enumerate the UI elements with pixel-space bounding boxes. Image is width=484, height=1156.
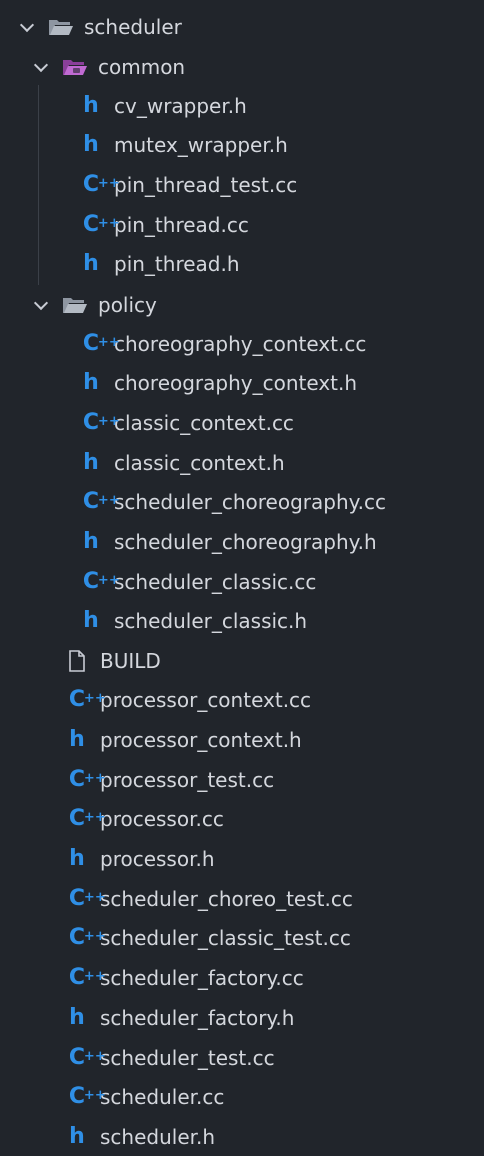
cpp-file-icon: C ++ <box>82 330 120 356</box>
folder-scheduler[interactable]: scheduler <box>0 7 484 46</box>
file-item[interactable]: h scheduler_factory.h <box>0 998 484 1037</box>
header-file-icon: h <box>69 1123 85 1149</box>
file-name: processor_test.cc <box>100 767 275 792</box>
file-name: scheduler_factory.cc <box>100 966 304 991</box>
file-name: choreography_context.cc <box>114 331 367 356</box>
file-name: scheduler_classic.h <box>114 609 308 634</box>
folder-open-icon <box>62 294 88 316</box>
cpp-file-icon: C ++ <box>82 211 120 237</box>
file-item[interactable]: h classic_context.h <box>0 443 484 482</box>
file-name: pin_thread.h <box>114 252 240 277</box>
file-item[interactable]: h mutex_wrapper.h <box>0 126 484 165</box>
file-name: pin_thread_test.cc <box>114 172 298 197</box>
header-file-icon: h <box>83 251 99 277</box>
file-name: scheduler_test.cc <box>100 1045 275 1070</box>
file-item[interactable]: h processor_context.h <box>0 720 484 759</box>
header-file-icon: h <box>83 370 99 396</box>
file-name: processor.cc <box>100 807 224 832</box>
file-name: scheduler_choreography.cc <box>114 490 386 515</box>
file-item[interactable]: h pin_thread.h <box>0 245 484 284</box>
folder-label: scheduler <box>84 14 182 39</box>
cpp-file-icon: C ++ <box>82 568 120 594</box>
header-file-icon: h <box>83 92 99 118</box>
header-file-icon: h <box>83 529 99 554</box>
file-item[interactable]: C ++ scheduler_classic_test.cc <box>0 919 484 958</box>
file-item[interactable]: C ++ choreography_context.cc <box>0 324 484 363</box>
cpp-file-icon: C ++ <box>68 806 106 832</box>
folder-common[interactable]: common <box>0 47 484 86</box>
file-item[interactable]: C ++ classic_context.cc <box>0 403 484 442</box>
chevron-down-icon[interactable] <box>34 60 48 74</box>
file-item[interactable]: C ++ scheduler_choreography.cc <box>0 483 484 522</box>
file-item[interactable]: C ++ processor.cc <box>0 800 484 839</box>
chevron-down-icon[interactable] <box>20 20 34 34</box>
folder-label: policy <box>98 292 157 317</box>
file-item[interactable]: h cv_wrapper.h <box>0 86 484 125</box>
folder-open-icon <box>48 16 74 38</box>
file-name: scheduler.cc <box>100 1085 225 1110</box>
file-item[interactable]: C ++ scheduler_factory.cc <box>0 959 484 998</box>
file-item[interactable]: BUILD <box>0 641 484 680</box>
folder-label: common <box>98 54 186 79</box>
file-name: scheduler_classic_test.cc <box>100 926 351 951</box>
file-explorer-tree: scheduler common h cv_wrapper.h h mutex_wra… <box>0 0 484 1152</box>
file-item[interactable]: C ++ scheduler_classic.cc <box>0 562 484 601</box>
file-name: cv_wrapper.h <box>114 93 247 118</box>
file-name: classic_context.h <box>114 450 285 475</box>
file-item[interactable]: C ++ processor_context.cc <box>0 681 484 720</box>
cpp-file-icon: C ++ <box>82 171 120 197</box>
file-name: mutex_wrapper.h <box>114 133 288 158</box>
file-name: processor_context.cc <box>100 688 312 713</box>
file-name: classic_context.cc <box>114 410 294 435</box>
file-name: scheduler_choreography.h <box>114 530 377 554</box>
file-name: BUILD <box>100 648 161 673</box>
file-item[interactable]: C ++ scheduler_test.cc <box>0 1038 484 1077</box>
file-item[interactable]: C ++ pin_thread_test.cc <box>0 165 484 204</box>
cpp-file-icon: C ++ <box>68 885 106 911</box>
cpp-file-icon: C ++ <box>68 965 106 991</box>
cpp-file-icon: C ++ <box>68 687 106 713</box>
file-item[interactable]: C ++ processor_test.cc <box>0 760 484 799</box>
header-file-icon: h <box>69 1004 85 1030</box>
header-file-icon: h <box>83 608 99 634</box>
file-name: scheduler_choreo_test.cc <box>100 886 353 911</box>
file-name: choreography_context.h <box>114 371 358 396</box>
chevron-down-icon[interactable] <box>34 298 48 312</box>
cpp-file-icon: C ++ <box>68 1084 106 1110</box>
header-file-icon: h <box>69 846 85 871</box>
file-item[interactable]: h scheduler_classic.h <box>0 602 484 641</box>
header-file-icon: h <box>69 726 85 752</box>
folder-special-icon <box>62 56 88 78</box>
cpp-file-icon: C ++ <box>68 1044 106 1070</box>
folder-policy[interactable]: policy <box>0 285 484 324</box>
file-name: processor_context.h <box>100 727 302 752</box>
file-name: scheduler_classic.cc <box>114 569 317 594</box>
file-item[interactable]: h processor.h <box>0 840 484 879</box>
file-item[interactable]: C ++ scheduler.cc <box>0 1078 484 1117</box>
file-name: scheduler.h <box>100 1124 216 1149</box>
file-name: pin_thread.cc <box>114 212 249 237</box>
file-name: scheduler_factory.h <box>100 1005 295 1030</box>
file-name: processor.h <box>100 847 215 871</box>
header-file-icon: h <box>83 449 99 475</box>
file-item[interactable]: h scheduler_choreography.h <box>0 523 484 562</box>
file-icon <box>64 649 90 672</box>
cpp-file-icon: C ++ <box>68 925 106 951</box>
file-item[interactable]: C ++ pin_thread.cc <box>0 205 484 244</box>
cpp-file-icon: C ++ <box>82 489 120 515</box>
file-item[interactable]: h choreography_context.h <box>0 364 484 403</box>
file-item[interactable]: h scheduler.h <box>0 1117 484 1156</box>
header-file-icon: h <box>83 132 99 158</box>
cpp-file-icon: C ++ <box>82 409 120 435</box>
file-item[interactable]: C ++ scheduler_choreo_test.cc <box>0 879 484 918</box>
cpp-file-icon: C ++ <box>68 766 106 792</box>
